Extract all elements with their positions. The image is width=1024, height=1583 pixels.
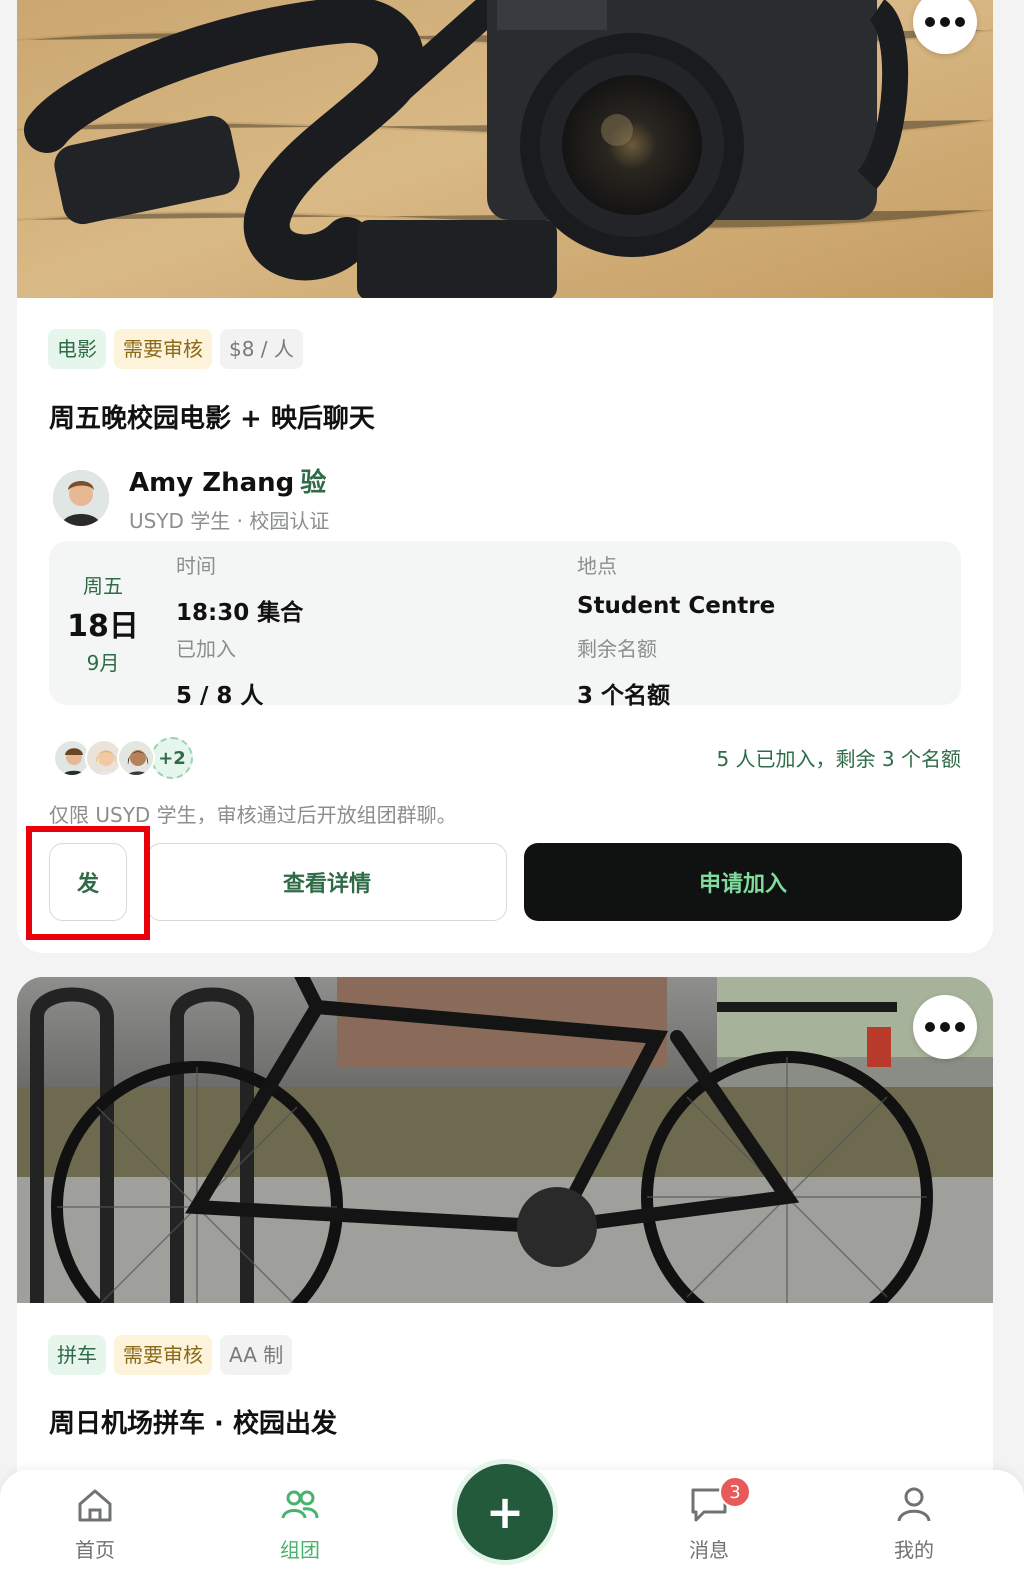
host-info[interactable]: Amy Zhang 验 USYD 学生 · 校园认证	[53, 462, 329, 534]
apply-join-button[interactable]: 申请加入	[524, 843, 962, 921]
plus-icon: +	[485, 1485, 525, 1539]
tab-label: 消息	[689, 1538, 729, 1562]
place-value: Student Centre	[577, 593, 776, 619]
host-subtitle: USYD 学生 · 校园认证	[129, 509, 330, 533]
member-avatar	[117, 739, 155, 777]
dot-icon	[955, 1022, 965, 1032]
activity-note: 仅限 USYD 学生，审核通过后开放组团群聊。	[49, 803, 457, 827]
tab-me[interactable]: 我的	[864, 1484, 964, 1563]
home-icon	[78, 1489, 112, 1522]
card-photo-bicycle	[17, 977, 993, 1303]
tab-messages[interactable]: 3 消息	[659, 1476, 759, 1563]
tab-label: 组团	[280, 1538, 320, 1562]
place-label: 地点	[577, 554, 617, 578]
verified-badge: 验	[300, 468, 327, 498]
tag-review: 需要审核	[114, 1335, 212, 1375]
send-button[interactable]: 发	[49, 843, 127, 921]
activity-title: 周日机场拼车 · 校园出发	[49, 1409, 337, 1439]
tab-label: 我的	[894, 1538, 934, 1562]
tag-category: 电影	[48, 329, 106, 369]
dot-icon	[925, 1022, 935, 1032]
view-details-button[interactable]: 查看详情	[147, 843, 507, 921]
unread-badge: 3	[719, 1476, 751, 1508]
user-icon	[897, 1487, 931, 1522]
joined-value: 5 / 8 人	[176, 683, 264, 709]
tab-home[interactable]: 首页	[45, 1484, 145, 1563]
tab-groups[interactable]: 组团	[250, 1484, 350, 1563]
remaining-label: 剩余名额	[577, 637, 657, 661]
card-photo-camera	[17, 0, 993, 298]
time-value: 18:30 集合	[176, 600, 304, 626]
event-info-box: 周五 18日 9月 时间 18:30 集合 已加入 5 / 8 人 地点 Stu…	[49, 541, 961, 709]
page: 电影 需要审核 $8 / 人 周五晚校园电影 + 映后聊天 Amy Zhang 验…	[0, 0, 1024, 1583]
event-date: 周五 18日 9月	[49, 541, 157, 705]
dot-icon	[955, 17, 965, 27]
dot-icon	[925, 17, 935, 27]
avatar[interactable]	[53, 470, 109, 526]
activity-title: 周五晚校园电影 + 映后聊天	[49, 404, 375, 434]
activity-card[interactable]: 电影 需要审核 $8 / 人 周五晚校园电影 + 映后聊天 Amy Zhang 验…	[17, 0, 993, 953]
tag-price: $8 / 人	[220, 329, 303, 369]
date-month: 9月	[86, 651, 120, 675]
members-status: 5 人已加入，剩余 3 个名额	[716, 747, 961, 771]
dot-icon	[940, 17, 950, 27]
joined-label: 已加入	[176, 637, 236, 661]
date-day: 18日	[67, 609, 139, 644]
remaining-field: 剩余名额 3 个名额	[577, 633, 670, 710]
tag-list: 电影 需要审核 $8 / 人	[48, 329, 303, 369]
group-icon	[281, 1490, 319, 1519]
remaining-value: 3 个名额	[577, 683, 671, 709]
date-weekday: 周五	[83, 574, 123, 598]
tag-review: 需要审核	[114, 329, 212, 369]
tab-label: 首页	[75, 1538, 115, 1562]
time-label: 时间	[176, 554, 216, 578]
host-name: Amy Zhang	[129, 468, 295, 498]
more-options-button[interactable]	[913, 995, 977, 1059]
tag-price: AA 制	[220, 1335, 293, 1375]
time-field: 时间 18:30 集合	[176, 550, 303, 627]
tag-list: 拼车 需要审核 AA 制	[48, 1335, 293, 1375]
member-avatars[interactable]: +2	[53, 737, 193, 779]
host-text: Amy Zhang 验 USYD 学生 · 校园认证	[129, 462, 329, 534]
place-field: 地点 Student Centre	[577, 550, 775, 619]
activity-card[interactable]: 拼车 需要审核 AA 制 周日机场拼车 · 校园出发	[17, 977, 993, 1537]
joined-field: 已加入 5 / 8 人	[176, 633, 263, 710]
more-members-count: +2	[151, 737, 193, 779]
host-name-row: Amy Zhang 验	[129, 462, 329, 499]
dot-icon	[940, 1022, 950, 1032]
tag-category: 拼车	[48, 1335, 106, 1375]
create-button[interactable]: +	[452, 1459, 558, 1565]
